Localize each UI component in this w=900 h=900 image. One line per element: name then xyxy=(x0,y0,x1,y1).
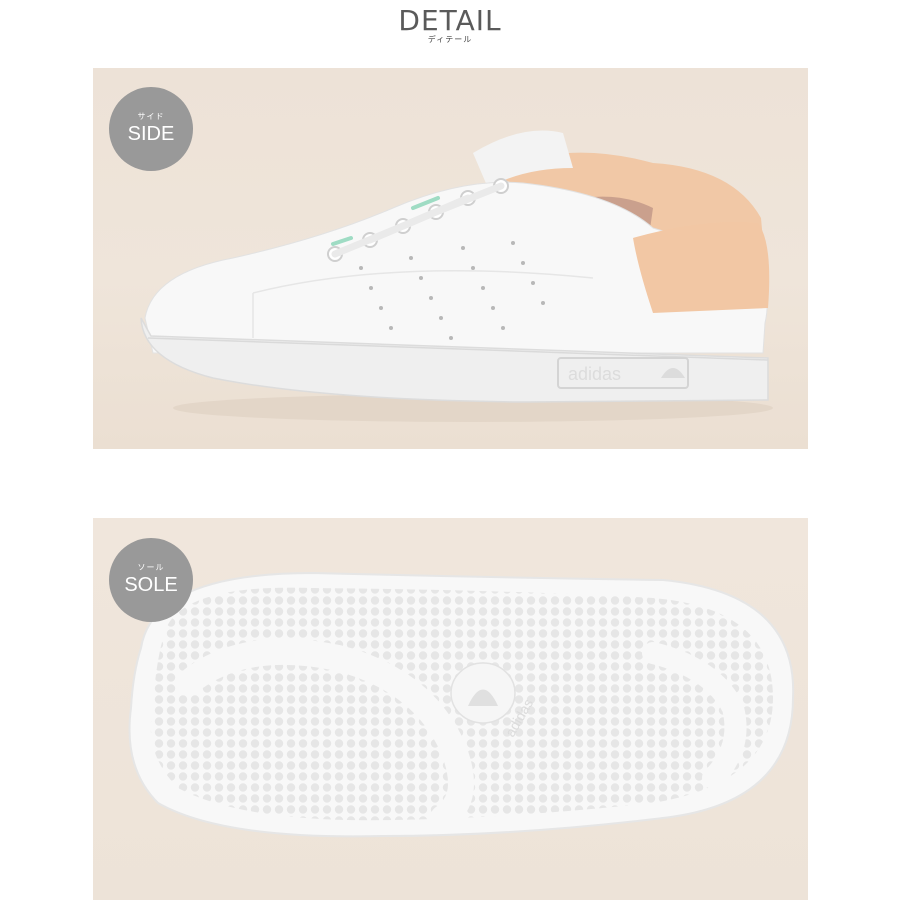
sole-badge-label: SOLE xyxy=(124,574,178,596)
sole-view-panel: adidas ソール SOLE xyxy=(93,518,808,900)
side-badge: サイド SIDE xyxy=(109,87,193,171)
sole-shoe-image: adidas xyxy=(128,571,795,838)
side-shoe-image: adidas xyxy=(140,130,773,422)
side-badge-label: SIDE xyxy=(127,123,175,145)
heel-tab xyxy=(633,222,770,313)
sole-badge-kana: ソール xyxy=(137,563,165,572)
page-title: DETAIL xyxy=(398,4,502,37)
side-badge-kana: サイド xyxy=(137,112,165,121)
page-header: DETAIL ディテール xyxy=(0,0,900,60)
sole-brand-text: adidas xyxy=(568,364,621,384)
page-subtitle: ディテール xyxy=(427,35,473,44)
side-view-panel: adidas サイド SIDE xyxy=(93,68,808,449)
sole-badge: ソール SOLE xyxy=(109,538,193,622)
